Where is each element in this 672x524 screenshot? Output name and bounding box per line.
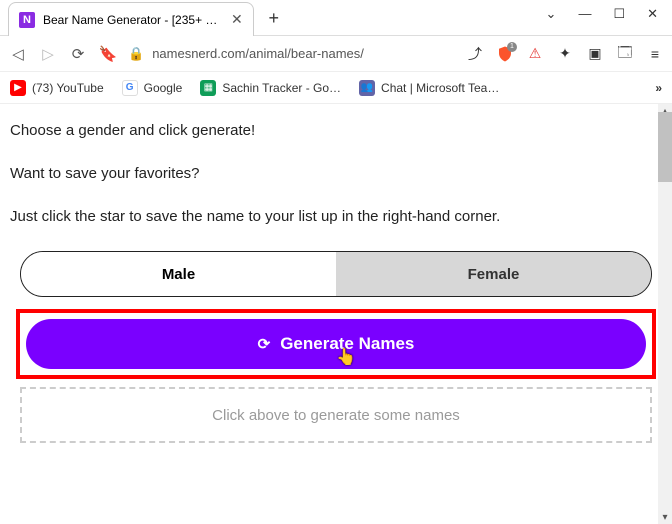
bookmarks-bar: ▶ (73) YouTube G Google ▦ Sachin Tracker… xyxy=(0,72,672,104)
url-text: namesnerd.com/animal/bear-names/ xyxy=(152,46,364,61)
google-icon: G xyxy=(122,80,138,96)
intro-line-1: Choose a gender and click generate! xyxy=(10,122,662,139)
site-favicon: N xyxy=(19,12,35,28)
tab-title: Bear Name Generator - [235+ am… xyxy=(43,13,223,27)
youtube-icon: ▶ xyxy=(10,80,26,96)
reload-button[interactable]: ⟳ xyxy=(68,44,88,64)
cursor-icon: 👆 xyxy=(336,347,356,367)
window-maximize-icon[interactable]: ☐ xyxy=(613,6,625,22)
bookmark-sheets[interactable]: ▦ Sachin Tracker - Go… xyxy=(200,80,341,96)
back-button[interactable]: ◁ xyxy=(8,44,28,64)
sheets-icon: ▦ xyxy=(200,80,216,96)
share-icon[interactable]: ⤴ xyxy=(466,45,484,63)
intro-line-2: Want to save your favorites? xyxy=(10,165,662,182)
intro-line-3: Just click the star to save the name to … xyxy=(10,208,662,225)
refresh-icon: ⟳ xyxy=(258,335,271,353)
window-minimize-icon[interactable]: — xyxy=(578,6,591,22)
generate-names-button[interactable]: ⟳ Generate Names 👆 xyxy=(26,319,646,369)
bookmarks-overflow-icon[interactable]: » xyxy=(655,81,662,95)
window-close-icon[interactable]: ✕ xyxy=(647,6,658,22)
scrollbar-thumb[interactable] xyxy=(658,112,672,182)
toggle-female[interactable]: Female xyxy=(336,252,651,296)
bookmark-label: Chat | Microsoft Tea… xyxy=(381,81,499,95)
forward-button[interactable]: ▷ xyxy=(38,44,58,64)
lock-icon: 🔒 xyxy=(128,46,144,62)
address-bar: ◁ ▷ ⟳ 🔖 🔒 namesnerd.com/animal/bear-name… xyxy=(0,36,672,72)
extensions-icon[interactable]: ✦ xyxy=(556,45,574,63)
brave-shield-icon[interactable]: 1 xyxy=(496,45,514,63)
scroll-down-icon[interactable]: ▾ xyxy=(658,510,672,524)
page-content: ▴ ▾ Choose a gender and click generate! … xyxy=(0,104,672,524)
bookmark-teams[interactable]: 👥 Chat | Microsoft Tea… xyxy=(359,80,499,96)
url-field[interactable]: 🔒 namesnerd.com/animal/bear-names/ xyxy=(128,46,456,62)
bookmark-google[interactable]: G Google xyxy=(122,80,183,96)
browser-tab[interactable]: N Bear Name Generator - [235+ am… ✕ xyxy=(8,2,254,36)
teams-icon: 👥 xyxy=(359,80,375,96)
warning-icon[interactable]: ⚠ xyxy=(526,45,544,63)
gender-toggle: Male Female xyxy=(20,251,652,297)
app-icon[interactable]: ▣ xyxy=(586,45,604,63)
window-titlebar: N Bear Name Generator - [235+ am… ✕ + ⌄ … xyxy=(0,0,672,36)
reader-icon[interactable]: 🗔 xyxy=(616,45,634,63)
close-tab-icon[interactable]: ✕ xyxy=(231,11,243,28)
toolbar-icons: ⤴ 1 ⚠ ✦ ▣ 🗔 ≡ xyxy=(466,45,664,63)
bookmark-label: Sachin Tracker - Go… xyxy=(222,81,341,95)
highlight-annotation: ⟳ Generate Names 👆 xyxy=(16,309,656,379)
bookmark-page-icon[interactable]: 🔖 xyxy=(98,44,118,64)
window-controls: ⌄ — ☐ ✕ xyxy=(532,0,672,28)
toggle-male[interactable]: Male xyxy=(21,252,336,296)
bookmark-youtube[interactable]: ▶ (73) YouTube xyxy=(10,80,104,96)
placeholder-text: Click above to generate some names xyxy=(212,407,460,424)
bookmark-label: Google xyxy=(144,81,183,95)
window-dropdown-icon[interactable]: ⌄ xyxy=(546,6,557,22)
bookmark-label: (73) YouTube xyxy=(32,81,104,95)
brave-badge: 1 xyxy=(507,42,517,52)
menu-icon[interactable]: ≡ xyxy=(646,45,664,63)
results-placeholder: Click above to generate some names xyxy=(20,387,652,443)
new-tab-button[interactable]: + xyxy=(260,4,288,32)
